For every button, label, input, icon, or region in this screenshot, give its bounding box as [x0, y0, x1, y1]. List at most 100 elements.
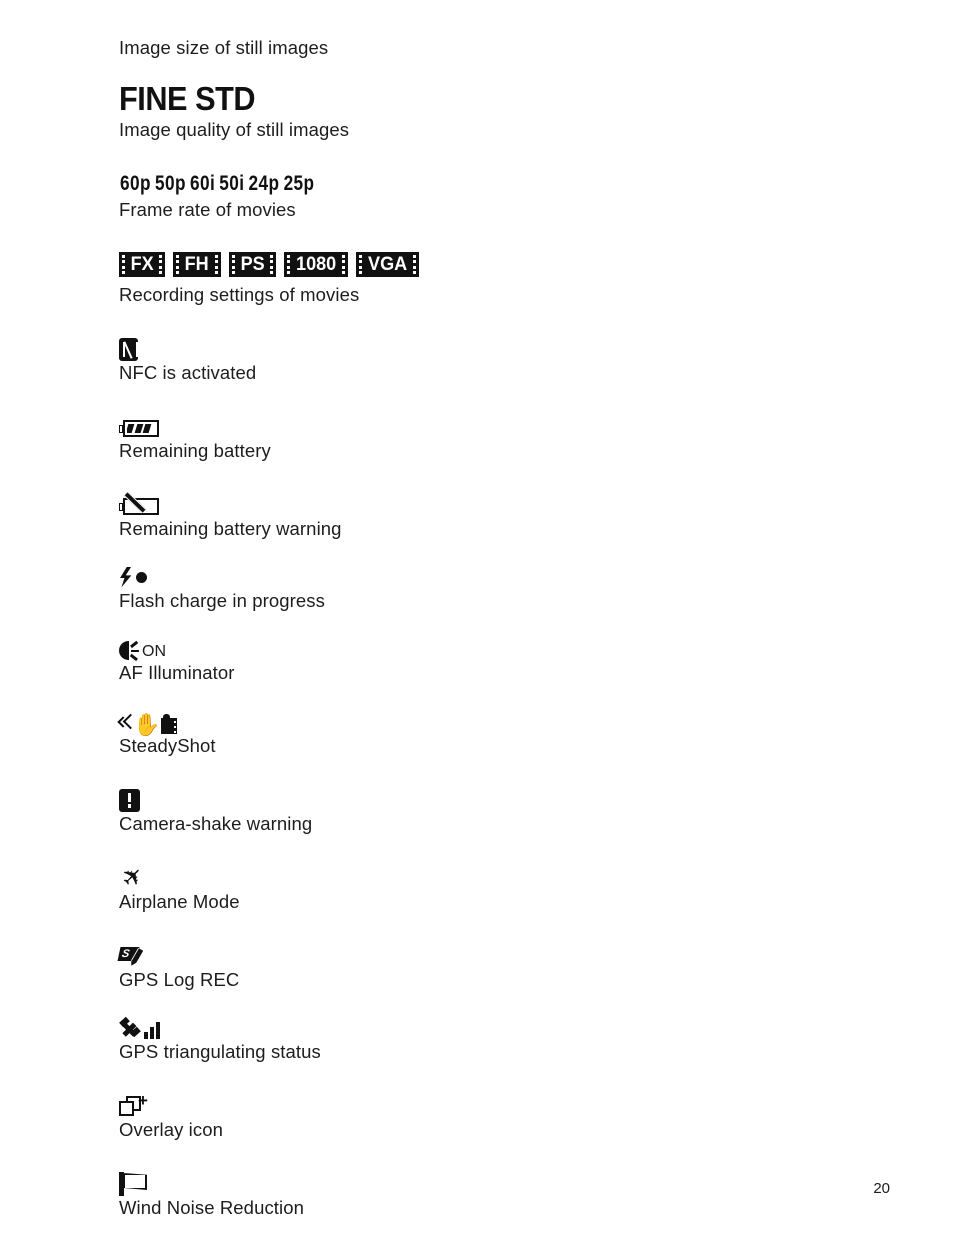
battery-icon	[119, 420, 163, 439]
sprocket-holes-left	[284, 252, 293, 277]
caption-battery-warning: Remaining battery warning	[119, 518, 342, 539]
lightning-bolt-icon	[120, 566, 132, 588]
satellite-icon	[119, 1016, 142, 1040]
frame-rate-icons: 60p 50p 60i 50i 24p 25p	[120, 172, 742, 196]
sprocket-holes-left	[229, 252, 238, 277]
page-content: Image size of still images FINE STD Imag…	[116, 36, 879, 1235]
entry-battery-warning: Remaining battery warning	[119, 487, 879, 541]
entry-wind-noise: Wind Noise Reduction	[119, 1166, 879, 1220]
wind-noise-reduction-icon	[119, 1172, 149, 1196]
fine-std-icon: FINE STD	[119, 80, 256, 117]
filmstrip-label: PS	[240, 254, 265, 275]
af-illuminator-state: ON	[142, 643, 166, 660]
caption-frame-rate: Frame rate of movies	[119, 199, 296, 220]
flash-charge-icon	[119, 565, 879, 589]
caption-wind-noise: Wind Noise Reduction	[119, 1197, 305, 1218]
caption-battery: Remaining battery	[119, 440, 271, 461]
entry-image-quality: FINE STD Image quality of still images	[119, 82, 879, 142]
filmstrip-1080-icon: 1080	[283, 252, 349, 277]
filmstrip-label: FH	[184, 254, 209, 275]
entry-recording-settings: FX FH PS 1080 VGA Recording settings of …	[119, 252, 879, 307]
filmstrip-label: VGA	[368, 254, 408, 275]
filmstrip-ps-icon: PS	[228, 252, 276, 277]
filmstrip-fx-icon: FX	[119, 252, 166, 277]
icon-row	[119, 1166, 879, 1196]
caption-overlay: Overlay icon	[119, 1119, 224, 1140]
filmstrip-fh-icon: FH	[173, 252, 221, 277]
nfc-icon	[119, 338, 138, 361]
entry-gps-triangulating: GPS triangulating status	[119, 1016, 879, 1064]
sprocket-holes-left	[119, 252, 128, 277]
caption-airplane-mode: Airplane Mode	[119, 891, 240, 912]
entry-af-illuminator: ON AF Illuminator	[119, 637, 879, 685]
flag-shape	[123, 1173, 147, 1190]
frame-rate-24p: 24p	[248, 172, 280, 195]
lamp-icon	[119, 640, 141, 661]
caption-gps-log: GPS Log REC	[119, 969, 240, 990]
icon-row	[119, 782, 879, 812]
sprocket-holes-right	[339, 252, 348, 277]
entry-camera-shake: Camera-shake warning	[119, 782, 879, 836]
icon-row: +	[119, 1088, 879, 1118]
caption-nfc: NFC is activated	[119, 362, 257, 383]
overlay-icon: +	[119, 1091, 148, 1118]
caption-image-size: Image size of still images	[119, 37, 329, 58]
caption-recording-settings: Recording settings of movies	[119, 284, 360, 305]
entry-flash-charge: Flash charge in progress	[119, 565, 879, 613]
entry-battery: Remaining battery	[119, 409, 879, 463]
entry-image-size: Image size of still images	[119, 36, 879, 60]
entry-gps-log: S GPS Log REC	[117, 938, 879, 992]
caption-camera-shake: Camera-shake warning	[119, 813, 313, 834]
caption-gps-triangulating: GPS triangulating status	[119, 1041, 321, 1062]
manual-page: Image size of still images FINE STD Imag…	[0, 0, 954, 1235]
gps-log-rec-icon: S	[117, 945, 147, 968]
gps-triangulating-icon	[119, 1016, 879, 1040]
entry-steadyshot: ✋ SteadyShot	[117, 709, 879, 758]
plus-icon: +	[138, 1091, 148, 1110]
camcorder-icon	[161, 714, 178, 734]
steadyshot-icon: ✋	[117, 709, 879, 737]
motion-waves-icon	[117, 712, 139, 732]
frame-rate-50p: 50p	[155, 172, 186, 195]
frame-rate-60p: 60p	[120, 172, 151, 195]
signal-bars-icon	[144, 1020, 160, 1039]
page-number: 20	[873, 1180, 890, 1197]
icon-row	[119, 487, 879, 517]
icon-row	[119, 409, 879, 439]
hand-icon: ✋	[133, 712, 161, 737]
filmstrip-vga-icon: VGA	[356, 252, 420, 277]
entry-nfc: NFC is activated	[119, 331, 879, 385]
caption-steadyshot: SteadyShot	[119, 735, 216, 756]
recording-settings-icons: FX FH PS 1080 VGA	[119, 252, 879, 277]
sprocket-holes-right	[212, 252, 221, 277]
battery-warning-icon	[119, 491, 163, 517]
af-illuminator-icon: ON	[119, 637, 879, 661]
entry-overlay: + Overlay icon	[119, 1088, 879, 1142]
icon-row: S	[117, 938, 879, 968]
frame-rate-25p: 25p	[283, 172, 315, 195]
flag-pole	[119, 1172, 124, 1196]
entry-airplane-mode: ✈ Airplane Mode	[116, 860, 879, 914]
frame-rate-50i: 50i	[219, 172, 245, 195]
battery-level-bars	[127, 424, 155, 433]
sprocket-holes-right	[156, 252, 165, 277]
caption-flash-charge: Flash charge in progress	[119, 590, 325, 611]
sprocket-holes-left	[173, 252, 182, 277]
frame-rate-60i: 60i	[190, 172, 216, 195]
filmstrip-label: 1080	[296, 254, 337, 275]
icon-row	[119, 331, 879, 361]
sprocket-holes-left	[356, 252, 365, 277]
